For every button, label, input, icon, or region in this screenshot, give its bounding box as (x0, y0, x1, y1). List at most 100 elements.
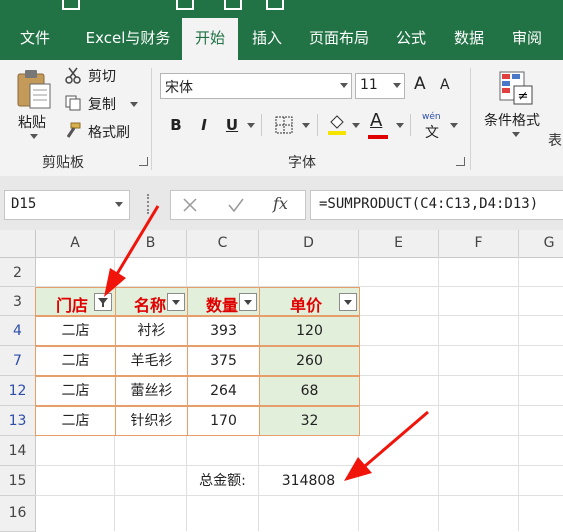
chevron-down-icon[interactable] (115, 202, 123, 207)
gridline (438, 257, 439, 531)
formula-bar-grip-icon[interactable] (147, 194, 152, 214)
formula-input[interactable]: =SUMPRODUCT(C4:C13,D4:D13) (310, 190, 563, 220)
print-preview-icon[interactable] (224, 0, 242, 10)
chevron-down-icon (344, 300, 352, 305)
col-header-e[interactable]: E (359, 230, 439, 258)
row-header-15[interactable]: 15 (0, 466, 36, 496)
group-separator (151, 68, 152, 170)
row-header-3[interactable]: 3 (0, 287, 36, 316)
cut-button[interactable]: 剪切 (88, 66, 116, 86)
name-box[interactable]: D15 (4, 190, 130, 220)
table-cell[interactable]: 二店 (35, 406, 116, 436)
chevron-down-icon[interactable] (247, 123, 255, 128)
col-header-d[interactable]: D (259, 230, 359, 258)
font-color-swatch (368, 135, 388, 139)
gridline (35, 495, 563, 496)
table-cell[interactable]: 260 (259, 346, 360, 376)
row-header-16[interactable]: 16 (0, 496, 36, 532)
col-header-c[interactable]: C (187, 230, 259, 258)
tab-excel-finance[interactable]: Excel与财务 (80, 18, 176, 60)
clipboard-group-label: 剪贴板 (42, 155, 84, 171)
table-cell[interactable]: 120 (259, 316, 360, 346)
font-group-label: 字体 (288, 155, 316, 171)
chevron-down-icon[interactable] (396, 123, 404, 128)
increase-font-size-icon[interactable]: A (414, 74, 426, 94)
col-header-g[interactable]: G (519, 230, 563, 258)
chevron-down-icon[interactable] (130, 102, 138, 107)
row-header-7[interactable]: 7 (0, 346, 36, 376)
row-header-13[interactable]: 13 (0, 406, 36, 436)
table-cell[interactable]: 羊毛衫 (115, 346, 188, 376)
filter-dropdown-button[interactable] (167, 293, 185, 311)
chevron-down-icon[interactable] (352, 123, 360, 128)
quick-access-icon[interactable] (266, 0, 284, 10)
table-cell[interactable]: 二店 (35, 316, 116, 346)
cancel-icon[interactable] (181, 196, 199, 214)
copy-button[interactable]: 复制 (88, 94, 116, 114)
filter-dropdown-button[interactable] (239, 293, 257, 311)
col-header-b[interactable]: B (115, 230, 187, 258)
bold-button[interactable]: B (165, 112, 187, 138)
col-header-a[interactable]: A (36, 230, 115, 258)
font-size-combo[interactable]: 11 (355, 73, 405, 99)
table-header-quantity[interactable]: 数量 (187, 287, 260, 316)
tab-page-layout[interactable]: 页面布局 (302, 18, 376, 60)
quick-access-icon[interactable] (176, 0, 194, 10)
table-cell[interactable]: 32 (259, 406, 360, 436)
table-cell[interactable]: 衬衫 (115, 316, 188, 346)
table-header-name[interactable]: 名称 (115, 287, 188, 316)
tab-home[interactable]: 开始 (182, 18, 238, 60)
col-header-f[interactable]: F (439, 230, 519, 258)
tab-data[interactable]: 数据 (444, 18, 494, 60)
format-painter-button[interactable]: 格式刷 (88, 122, 130, 142)
table-cell[interactable]: 68 (259, 376, 360, 406)
header-label: 单价 (290, 296, 323, 315)
table-cell[interactable]: 375 (187, 346, 260, 376)
chevron-down-icon[interactable] (450, 123, 458, 128)
decrease-font-size-icon[interactable]: A (440, 77, 450, 93)
formula-buttons: fx (170, 190, 306, 220)
paste-button[interactable]: 粘贴 (12, 66, 56, 146)
tab-formulas[interactable]: 公式 (386, 18, 436, 60)
fill-color-icon[interactable] (326, 112, 348, 136)
format-painter-icon (66, 122, 81, 138)
row-header-2[interactable]: 2 (0, 258, 36, 287)
filter-dropdown-button[interactable] (339, 293, 357, 311)
conditional-format-button[interactable]: ≠ 条件格式 (480, 66, 552, 146)
total-value[interactable]: 314808 (259, 466, 358, 495)
separator (410, 114, 411, 136)
phonetic-guide-icon[interactable]: wén 文 (420, 112, 446, 141)
underline-button[interactable]: U (221, 112, 243, 138)
row-header-14[interactable]: 14 (0, 436, 36, 466)
italic-button[interactable]: I (193, 112, 215, 138)
scissors-icon (65, 67, 81, 84)
tab-review[interactable]: 审阅 (502, 18, 552, 60)
font-color-icon[interactable]: A (370, 110, 382, 131)
total-label[interactable]: 总金额: (187, 466, 258, 495)
filter-active-button[interactable] (94, 293, 112, 311)
chevron-down-icon (340, 83, 348, 88)
row-header-12[interactable]: 12 (0, 376, 36, 406)
table-cell[interactable]: 170 (187, 406, 260, 436)
table-cell[interactable]: 393 (187, 316, 260, 346)
tab-file[interactable]: 文件 (10, 18, 60, 60)
dialog-launcher-icon[interactable] (456, 157, 465, 166)
quick-access-icon[interactable] (62, 0, 80, 10)
dialog-launcher-icon[interactable] (139, 157, 148, 166)
table-cell[interactable]: 针织衫 (115, 406, 188, 436)
insert-function-icon[interactable]: fx (273, 194, 288, 213)
borders-icon[interactable] (275, 116, 293, 134)
table-cell[interactable]: 二店 (35, 376, 116, 406)
row-header-4[interactable]: 4 (0, 316, 36, 346)
font-name-combo[interactable]: 宋体 (160, 73, 352, 99)
table-cell[interactable]: 蕾丝衫 (115, 376, 188, 406)
tab-insert[interactable]: 插入 (242, 18, 292, 60)
paste-label: 粘贴 (18, 115, 46, 131)
table-header-store[interactable]: 门店 (35, 287, 116, 316)
table-header-unit-price[interactable]: 单价 (259, 287, 360, 316)
enter-check-icon[interactable] (227, 196, 245, 214)
table-cell[interactable]: 二店 (35, 346, 116, 376)
table-cell[interactable]: 264 (187, 376, 260, 406)
chevron-down-icon[interactable] (302, 123, 310, 128)
select-all-corner[interactable] (0, 230, 36, 258)
